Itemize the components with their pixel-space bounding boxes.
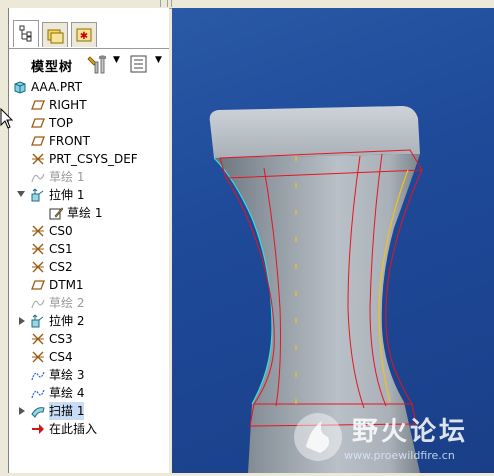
sketch-icon [31, 368, 45, 382]
tree-item[interactable]: CS0 [9, 222, 169, 240]
csys-icon [31, 332, 45, 346]
tree-columns-button[interactable]: ▼ [129, 54, 167, 73]
collapse-toggle-icon[interactable] [17, 191, 25, 197]
folder-browser-tab-icon [47, 29, 64, 44]
tree-item[interactable]: 拉伸 1 [9, 186, 169, 204]
tree-item-label: TOP [49, 116, 74, 130]
tree-item-label: 拉伸 1 [49, 188, 85, 202]
tree-item-label: 草绘 1 [67, 206, 103, 220]
tree-item[interactable]: 在此插入 [9, 420, 169, 438]
sketch-icon [31, 170, 45, 184]
model-tree-title: 模型树 [31, 60, 74, 75]
tree-item[interactable]: FRONT [9, 132, 169, 150]
tree-item[interactable]: DTM1 [9, 276, 169, 294]
tree-item-label: 草绘 4 [49, 386, 85, 400]
tree-item-label: CS3 [49, 332, 73, 346]
tree-item[interactable]: 草绘 3 [9, 366, 169, 384]
tree-item-label: CS0 [49, 224, 73, 238]
csys-icon [31, 350, 45, 364]
tree-item-label: CS4 [49, 350, 73, 364]
show-columns-icon [130, 55, 147, 73]
tree-item[interactable]: CS2 [9, 258, 169, 276]
tree-item[interactable]: 草绘 4 [9, 384, 169, 402]
tree-item-label: 扫描 1 [49, 402, 85, 420]
tree-item-label: 拉伸 2 [49, 314, 85, 328]
3d-model-sweep-part[interactable] [172, 8, 494, 473]
model-top-block [209, 106, 420, 158]
datum-plane-icon [31, 98, 45, 112]
datum-plane-icon [31, 116, 45, 130]
sketch-icon [31, 296, 45, 310]
csys-icon [31, 260, 45, 274]
tree-item[interactable]: RIGHT [9, 96, 169, 114]
extrude-icon [31, 314, 45, 328]
tab-separator [9, 48, 169, 49]
insert-here-arrow-icon [31, 422, 45, 436]
sketch-edit-icon [49, 206, 64, 220]
csys-icon [31, 152, 45, 166]
tree-item[interactable]: TOP [9, 114, 169, 132]
proewildfire-watermark: 野火论坛 www.proewildfire.cn [282, 405, 494, 473]
tree-item-label: 在此插入 [49, 422, 98, 436]
chevron-down-icon: ▼ [113, 55, 120, 65]
tree-item[interactable]: CS1 [9, 240, 169, 258]
watermark-url: www.proewildfire.cn [344, 449, 455, 462]
tree-item-label: CS1 [49, 242, 73, 256]
tree-item-label: DTM1 [49, 278, 84, 292]
mouse-cursor-icon [0, 108, 14, 129]
top-strip-segment [167, 0, 172, 7]
tree-item-label: RIGHT [49, 98, 87, 112]
navigator-inner: ✱ 模型树 ▼ ▼ AAA.PRT RIGHT TOP FRONT PRT_CS… [8, 8, 169, 473]
tree-item[interactable]: CS4 [9, 348, 169, 366]
expand-toggle-icon[interactable] [19, 317, 25, 325]
datum-plane-icon [31, 134, 45, 148]
csys-icon [31, 224, 45, 238]
watermark-title: 野火论坛 [352, 417, 469, 447]
svg-text:✱: ✱ [80, 31, 88, 42]
tree-item[interactable]: 草绘 2 [9, 294, 169, 312]
tree-item-label: AAA.PRT [31, 80, 82, 94]
sweep-icon [31, 404, 45, 418]
chevron-down-icon: ▼ [155, 55, 162, 65]
favorites-tab-icon: ✱ [76, 28, 92, 42]
tree-item[interactable]: AAA.PRT [9, 78, 169, 96]
sketch-icon [31, 386, 45, 400]
datum-plane-icon [31, 278, 45, 292]
tree-item-label: 草绘 2 [49, 296, 85, 310]
tree-settings-button[interactable]: ▼ [87, 54, 121, 74]
tab-folder-browser[interactable] [42, 22, 68, 47]
model-tree-toolbar: 模型树 ▼ ▼ [9, 52, 169, 76]
tab-favorites[interactable]: ✱ [71, 22, 97, 47]
tree-item[interactable]: CS3 [9, 330, 169, 348]
tree-item[interactable]: 拉伸 2 [9, 312, 169, 330]
part-icon [13, 80, 27, 94]
model-tree-tab-icon [19, 25, 32, 42]
tree-item[interactable]: 草绘 1 [9, 168, 169, 186]
tree-item-label: 草绘 1 [49, 170, 85, 184]
extrude-icon [31, 188, 45, 202]
graphics-viewport[interactable] [172, 8, 494, 473]
navigator-panel: ✱ 模型树 ▼ ▼ AAA.PRT RIGHT TOP FRONT PRT_CS… [0, 8, 169, 473]
tree-item-label: 草绘 3 [49, 368, 85, 382]
csys-icon [31, 242, 45, 256]
top-strip-segment [0, 0, 161, 7]
navigator-tabs: ✱ [9, 18, 169, 48]
tree-item-label: FRONT [49, 134, 90, 148]
tools-icon [87, 55, 106, 74]
expand-toggle-icon[interactable] [19, 407, 25, 415]
flame-logo-icon [294, 413, 342, 461]
tab-model-tree[interactable] [13, 20, 39, 47]
tree-item[interactable]: 草绘 1 [9, 204, 169, 222]
tree-item[interactable]: 扫描 1 [9, 402, 169, 420]
tree-item-label: PRT_CSYS_DEF [49, 152, 138, 166]
tree-item-label: CS2 [49, 260, 73, 274]
tree-item[interactable]: PRT_CSYS_DEF [9, 150, 169, 168]
